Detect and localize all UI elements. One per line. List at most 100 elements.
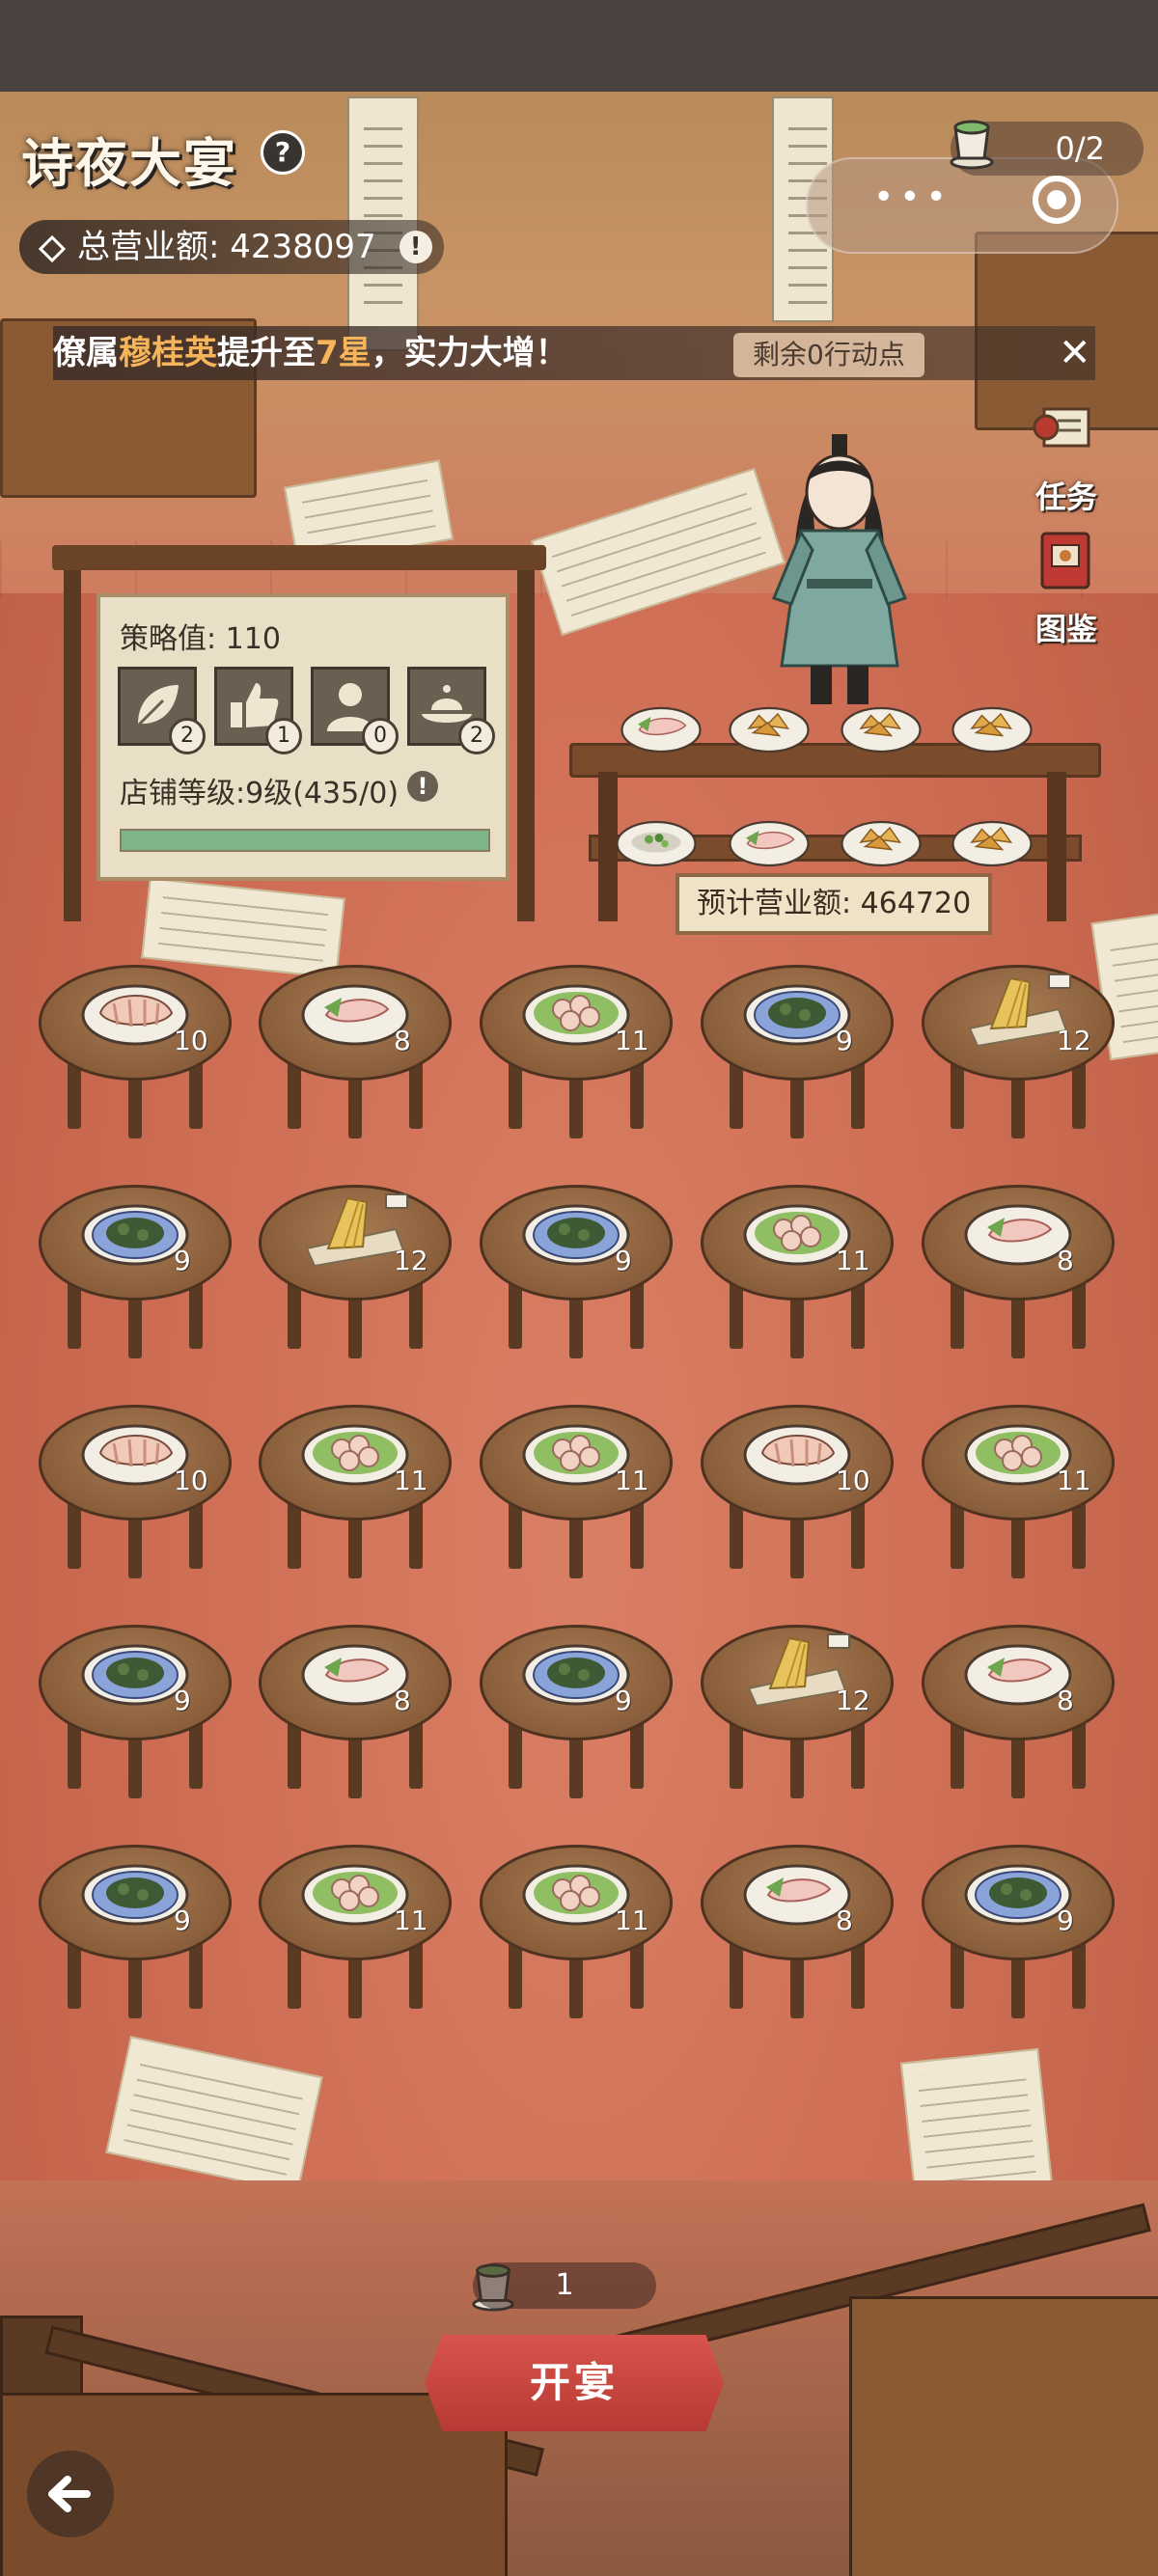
counter-dish[interactable] <box>838 697 924 754</box>
kitchen-counter <box>849 2296 1158 2576</box>
table-score: 8 <box>1057 1685 1074 1716</box>
banquet-table[interactable]: 12 <box>922 965 1115 1138</box>
board-top-bar <box>52 545 546 570</box>
shop-level: 店铺等级:9级(435/0) <box>120 777 400 810</box>
fried-tofu-dish <box>951 706 1033 754</box>
diamond-icon <box>38 234 67 263</box>
banquet-table[interactable]: 11 <box>259 1405 452 1578</box>
tasks-button[interactable]: 任务 <box>1013 394 1119 517</box>
counter-leg <box>1047 772 1066 921</box>
event-title: 诗夜大宴 <box>21 132 237 194</box>
chef-character[interactable] <box>753 425 926 714</box>
table-score: 11 <box>394 1465 428 1496</box>
counter-dish[interactable] <box>838 810 924 868</box>
banquet-table[interactable]: 8 <box>701 1845 894 2018</box>
banquet-table[interactable]: 12 <box>701 1625 894 1798</box>
banquet-table[interactable]: 11 <box>480 1845 673 2018</box>
ticker-middle: 提升至 <box>217 334 316 372</box>
banquet-table[interactable]: 11 <box>480 965 673 1138</box>
banquet-table[interactable]: 8 <box>259 1625 452 1798</box>
ticker-close-icon[interactable]: ✕ <box>1059 331 1091 375</box>
banquet-table[interactable]: 9 <box>39 1845 232 2018</box>
close-target-icon[interactable] <box>1033 176 1081 224</box>
codex-label: 图鉴 <box>1034 611 1097 647</box>
table-score: 11 <box>1057 1465 1091 1496</box>
banquet-table[interactable]: 8 <box>922 1185 1115 1358</box>
book-icon <box>1040 532 1090 589</box>
fried-tofu-dish <box>951 820 1033 867</box>
banquet-table[interactable]: 9 <box>39 1625 232 1798</box>
tea-cup-icon <box>950 120 994 170</box>
table-score: 11 <box>615 1905 649 1936</box>
banquet-table[interactable]: 9 <box>480 1185 673 1358</box>
sashimi-dish <box>729 820 810 867</box>
banquet-table[interactable]: 11 <box>701 1185 894 1358</box>
banquet-table[interactable]: 9 <box>922 1845 1115 2018</box>
ticker-star: 7星 <box>316 334 372 372</box>
table-score: 9 <box>615 1245 632 1276</box>
skill-leaf[interactable]: 2 <box>118 667 206 754</box>
skill-feast[interactable]: 2 <box>407 667 495 754</box>
table-score: 10 <box>174 1025 208 1056</box>
remaining-action-points: 剩余0行动点 <box>733 333 924 377</box>
back-button[interactable] <box>27 2451 114 2537</box>
skill-thumbs-up[interactable]: 1 <box>214 667 302 754</box>
table-score: 9 <box>836 1025 853 1056</box>
board-post <box>517 545 535 921</box>
start-feast-button[interactable]: 开宴 <box>425 2335 724 2431</box>
codex-button[interactable]: 图鉴 <box>1013 526 1119 649</box>
table-score: 9 <box>615 1685 632 1716</box>
cup-counter-value: 0/2 <box>1055 130 1106 167</box>
info-icon[interactable]: ! <box>399 231 432 263</box>
banquet-table[interactable]: 9 <box>480 1625 673 1798</box>
banquet-table[interactable]: 11 <box>922 1405 1115 1578</box>
table-score: 10 <box>174 1465 208 1496</box>
announcement-ticker: 僚属穆桂英提升至7星，实力大增！ <box>53 326 1095 380</box>
counter-dish[interactable] <box>618 697 704 754</box>
table-score: 9 <box>174 1685 191 1716</box>
banquet-table[interactable]: 8 <box>259 965 452 1138</box>
fried-tofu-dish <box>841 820 922 867</box>
banquet-table[interactable]: 11 <box>480 1405 673 1578</box>
table-score: 8 <box>394 1685 411 1716</box>
counter-dish[interactable] <box>726 697 813 754</box>
status-bar <box>0 0 1158 92</box>
table-score: 11 <box>615 1025 649 1056</box>
shop-info-icon[interactable]: ! <box>407 771 438 802</box>
herb-salad-dish <box>616 820 697 867</box>
skill-person[interactable]: 0 <box>311 667 399 754</box>
banquet-table[interactable]: 9 <box>39 1185 232 1358</box>
feast-cost: 1 <box>473 2262 656 2309</box>
board-post <box>64 545 81 921</box>
counter-dish[interactable] <box>613 810 700 868</box>
counter-dish[interactable] <box>949 697 1035 754</box>
banquet-table[interactable]: 10 <box>39 965 232 1138</box>
shop-progress-fill <box>122 831 488 850</box>
banquet-table[interactable]: 10 <box>39 1405 232 1578</box>
banquet-table[interactable]: 10 <box>701 1405 894 1578</box>
help-icon[interactable]: ? <box>261 130 305 175</box>
banquet-table[interactable]: 9 <box>701 965 894 1138</box>
sashimi-dish <box>620 706 702 754</box>
table-score: 8 <box>1057 1245 1074 1276</box>
skill-count: 1 <box>265 718 302 754</box>
table-score: 12 <box>836 1685 870 1716</box>
more-menu-icon[interactable]: ••• <box>873 180 952 215</box>
table-score: 11 <box>615 1465 649 1496</box>
floor-paper <box>899 2047 1054 2202</box>
fried-tofu-dish <box>841 706 922 754</box>
ticker-name: 穆桂英 <box>119 334 217 372</box>
shop-progress-bar <box>120 829 490 852</box>
counter-dish[interactable] <box>949 810 1035 868</box>
counter-dish[interactable] <box>726 810 813 868</box>
tasks-label: 任务 <box>1034 479 1097 515</box>
skill-count: 2 <box>169 718 206 754</box>
table-score: 9 <box>174 1905 191 1936</box>
forecast-revenue: 预计营业额: 464720 <box>676 873 993 935</box>
total-revenue: 总营业额: 4238097 ! <box>19 220 444 274</box>
banquet-table[interactable]: 12 <box>259 1185 452 1358</box>
banquet-table[interactable]: 11 <box>259 1845 452 2018</box>
back-arrow-icon <box>48 2476 91 2512</box>
table-score: 11 <box>394 1905 428 1936</box>
banquet-table[interactable]: 8 <box>922 1625 1115 1798</box>
